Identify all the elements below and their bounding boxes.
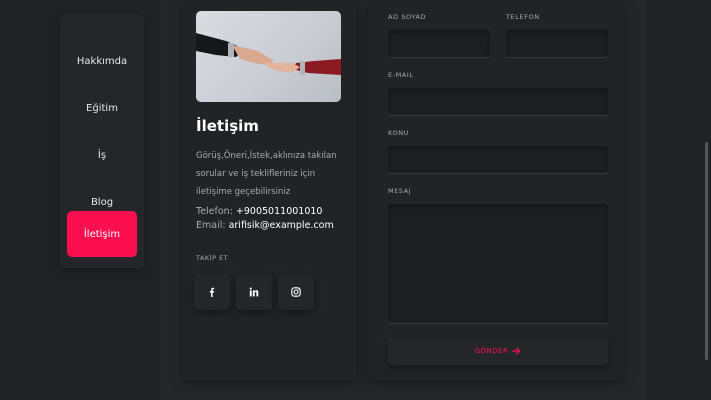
nav-item-work[interactable]: İş xyxy=(60,132,144,178)
page-title: İletişim xyxy=(196,117,259,135)
subject-input[interactable] xyxy=(388,146,608,174)
phone-value: +9005011001010 xyxy=(235,206,323,217)
facebook-icon xyxy=(209,287,215,297)
phone-field-label: TELEFON xyxy=(506,13,540,21)
email-input[interactable] xyxy=(388,88,608,116)
email-value: arifisik@example.com xyxy=(228,220,334,231)
linkedin-icon xyxy=(249,287,259,297)
phone-label: Telefon: xyxy=(196,206,236,217)
email-line: Email: arifisik@example.com xyxy=(196,219,334,233)
handshake-photo xyxy=(196,11,341,102)
name-label: AD SOYAD xyxy=(388,13,427,21)
side-nav: Hakkımda Eğitim İş Blog İletişim xyxy=(60,14,144,268)
message-textarea[interactable] xyxy=(388,204,608,324)
page-scrollbar[interactable] xyxy=(705,142,708,360)
send-button[interactable]: GÖNDER xyxy=(388,337,608,365)
nav-item-label: Blog xyxy=(90,196,114,208)
instagram-icon xyxy=(291,287,301,297)
send-button-label: GÖNDER xyxy=(474,347,509,355)
nav-item-contact[interactable]: İletişim xyxy=(67,211,137,257)
handshake-illustration xyxy=(196,33,341,75)
nav-item-education[interactable]: Eğitim xyxy=(60,85,144,131)
facebook-button[interactable] xyxy=(194,274,230,310)
contact-details: Telefon: +9005011001010 Email: arifisik@… xyxy=(196,205,334,233)
nav-item-about[interactable]: Hakkımda xyxy=(60,38,144,84)
arrow-right-icon xyxy=(512,347,521,355)
instagram-button[interactable] xyxy=(278,274,314,310)
follow-label: TAKİP ET xyxy=(196,254,229,262)
name-input[interactable] xyxy=(388,30,490,58)
subject-label: KONU xyxy=(388,129,410,137)
nav-item-label: Hakkımda xyxy=(76,55,128,67)
nav-item-label: İş xyxy=(97,149,107,161)
nav-item-label: Eğitim xyxy=(86,102,118,114)
message-label: MESAJ xyxy=(388,187,412,195)
nav-item-label: İletişim xyxy=(83,228,121,240)
phone-line: Telefon: +9005011001010 xyxy=(196,205,334,219)
email-field-label: E-MAIL xyxy=(388,71,414,79)
email-label: Email: xyxy=(196,220,229,231)
phone-input[interactable] xyxy=(506,30,608,58)
linkedin-button[interactable] xyxy=(236,274,272,310)
contact-description: Görüş,Öneri,İstek,aklınıza takılan sorul… xyxy=(196,151,337,197)
